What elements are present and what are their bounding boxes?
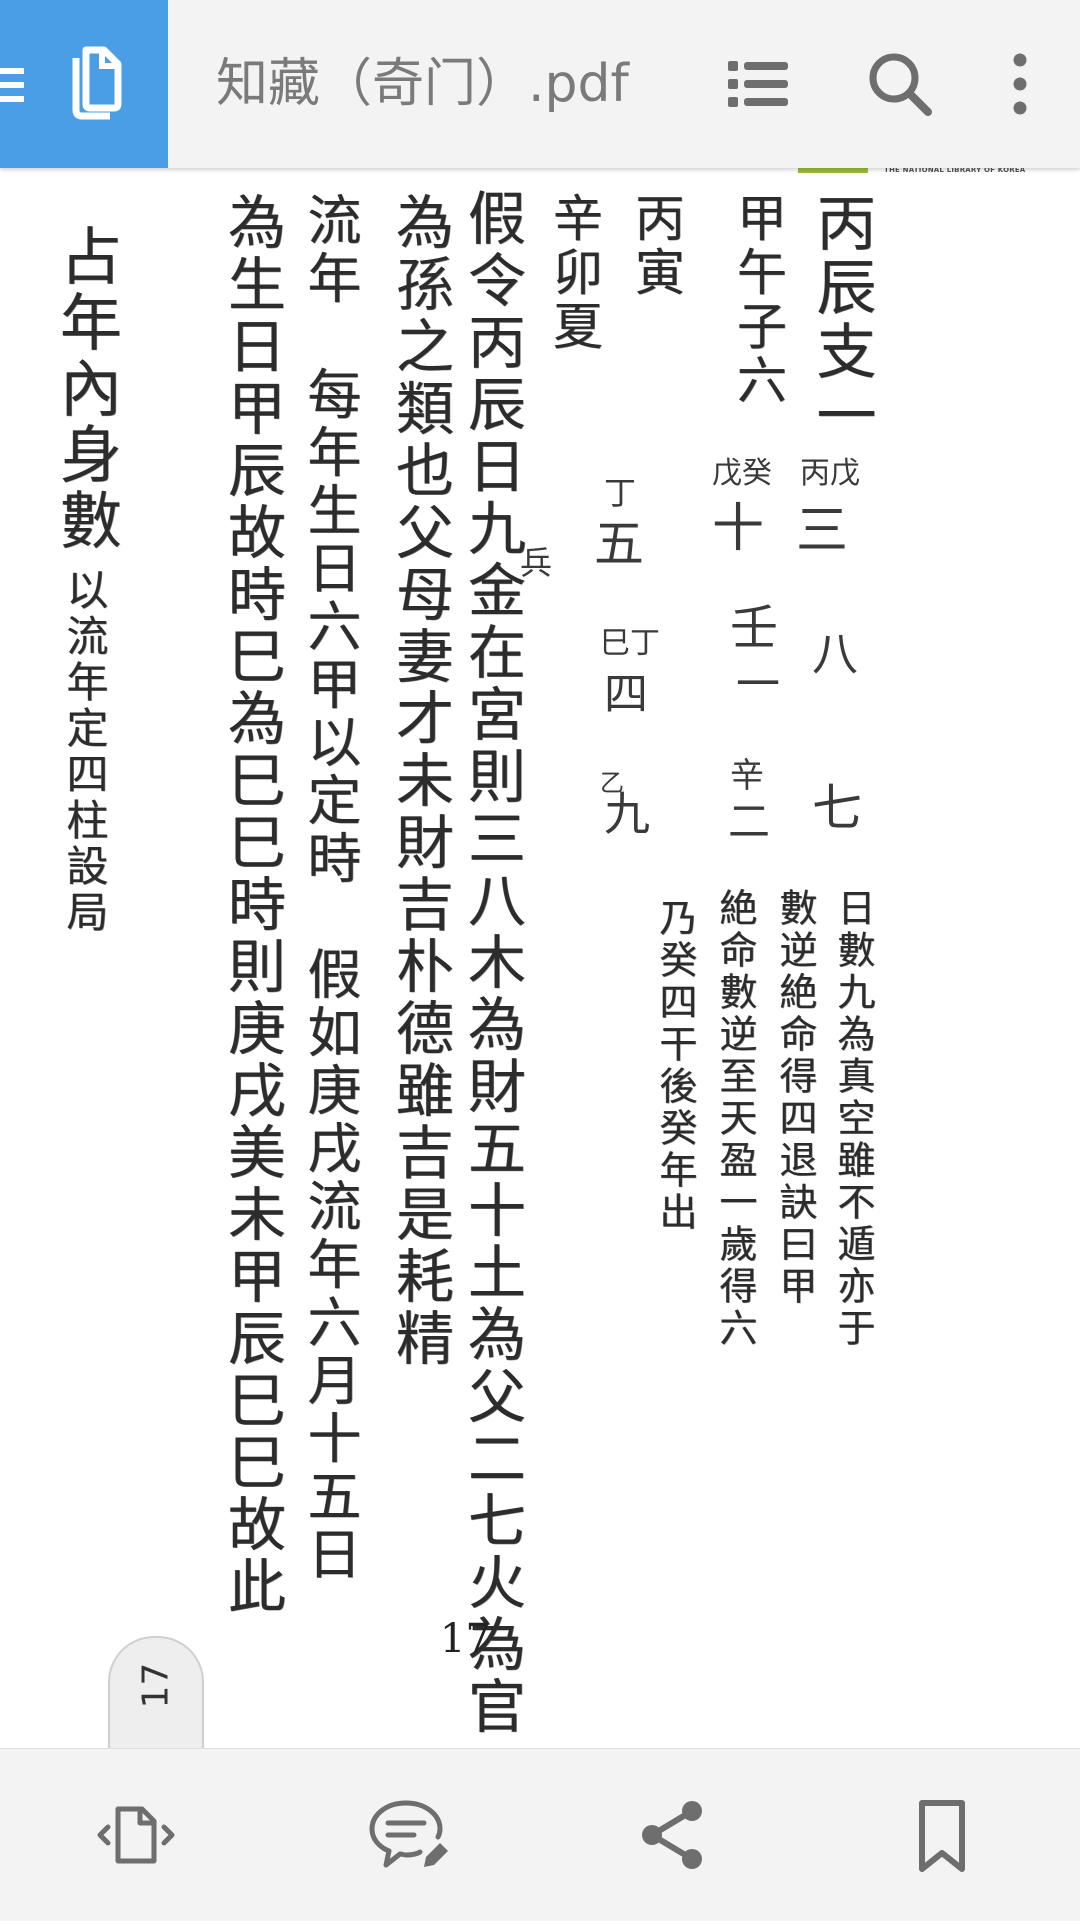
page-transition-icon[interactable] [92,1791,180,1879]
note-2: 三 [796,501,849,561]
note-1: 丙戊 [800,456,860,491]
page-indicator-label: 17 [135,1662,177,1709]
list-icon[interactable] [718,44,798,124]
note-12: 七 [812,779,862,837]
note-8: 一 [736,659,780,710]
page-indicator-tab[interactable]: 17 [108,1636,204,1750]
pdf-page[interactable]: THE NATIONAL LIBRARY OF KOREA 丙辰支一 甲午子六 … [0,166,1080,1924]
share-icon[interactable] [628,1791,716,1879]
library-mark [798,168,868,173]
note-16: 乙 [600,769,624,797]
document-title: 知藏（奇门）.pdf [216,54,629,114]
text-column-14: 乃癸四干後癸年出 [653,898,697,1234]
top-toolbar: 知藏（奇门）.pdf [0,0,1080,168]
text-column-4: 辛卯夏 [545,192,603,354]
search-icon[interactable] [860,44,940,124]
comment-edit-icon[interactable] [362,1791,450,1879]
text-column-2: 甲午子六 [729,192,787,408]
note-10: 四 [604,669,648,720]
text-column-3: 丙寅 [627,192,685,300]
text-column-6: 為孫之類也父母妻才未財吉朴德雖吉是耗精 [386,192,454,1370]
text-column-5: 假令丙辰日九金在宮則三八木為財五十土為父二七火為官一六水 [458,188,526,1924]
section-subheading: 以流年定四柱設局 [60,568,109,936]
text-column-7: 流年 每年生日六甲以定時 假如庚戌流年六月十五日 [298,192,361,1584]
text-column-13: 絶命數逆至天盈一歲得六 [713,888,757,1350]
bookmark-icon[interactable] [898,1791,986,1879]
documents-button[interactable] [0,0,168,168]
section-heading: 占年內身數 [49,224,122,554]
page-number: 17 [440,1616,491,1662]
note-11: 八 [812,627,858,681]
text-column-12: 數逆絶命得四退訣曰甲 [773,888,817,1308]
more-vertical-icon[interactable] [980,44,1060,124]
note-4: 十 [712,499,765,559]
copy-documents-icon [72,46,122,120]
text-column-1: 丙辰支一 [806,192,876,448]
note-9: 巳丁 [600,626,660,661]
bottom-toolbar [0,1748,1080,1921]
note-14: 二 [728,797,771,846]
text-column-11: 日數九為真空雖不遁亦于 [831,888,875,1350]
note-6: 五 [594,515,644,573]
text-column-8: 為生日甲辰故時巳為巳巳時則庚戌美未甲辰巳巳故此 [218,192,286,1618]
